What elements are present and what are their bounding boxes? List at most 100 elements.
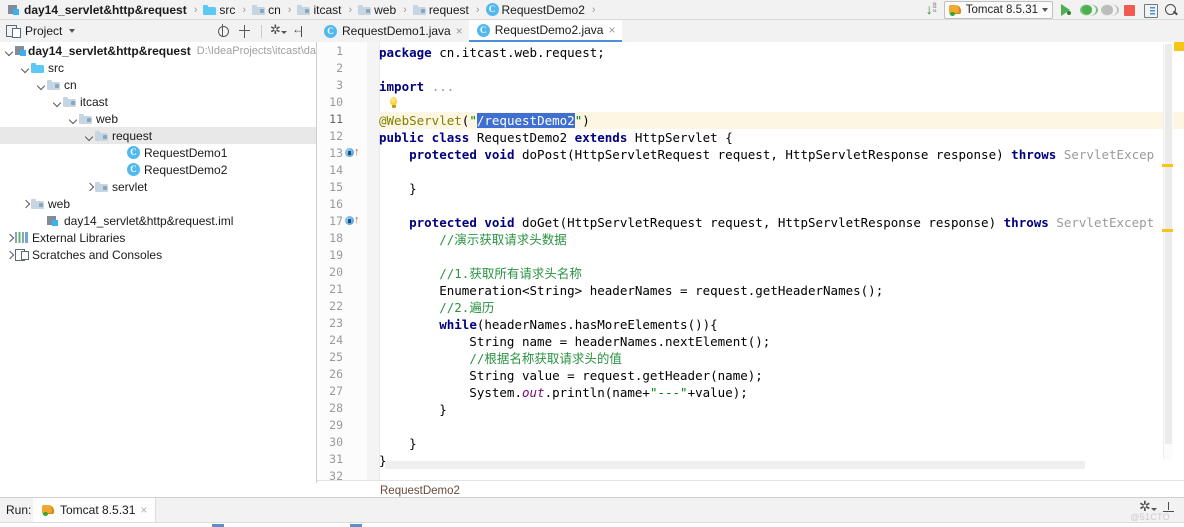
tree-item-label: day14_servlet&http&request.iml — [64, 213, 234, 228]
line-number: 17 — [329, 214, 343, 228]
tree-item-web[interactable]: web — [0, 195, 316, 212]
layout-button[interactable] — [1142, 2, 1158, 18]
hide-icon[interactable] — [292, 22, 306, 38]
folder-source-icon — [203, 4, 217, 15]
sort-alphabetically-icon[interactable] — [926, 1, 939, 17]
tree-item-request[interactable]: request — [0, 127, 316, 144]
editor-tab-requestdemo1-java[interactable]: C RequestDemo1.java × — [316, 20, 469, 42]
tree-item-label: RequestDemo2 — [144, 162, 228, 177]
breadcrumb-item-label: RequestDemo2 — [501, 2, 585, 17]
chevron-down-icon[interactable] — [69, 29, 76, 33]
breadcrumb: day14_servlet&http&request › src › cn › itcast… — [0, 0, 600, 20]
tree-item-day14-servlet-http-request-iml[interactable]: day14_servlet&http&request.iml — [0, 212, 316, 229]
tree-item-cn[interactable]: cn — [0, 76, 316, 93]
close-icon[interactable]: × — [608, 24, 615, 36]
chevron-down-icon[interactable] — [52, 93, 63, 110]
scrollbar-thumb[interactable] — [1165, 44, 1172, 444]
gear-icon[interactable] — [270, 22, 287, 38]
close-icon[interactable]: × — [456, 25, 463, 37]
folder-icon — [297, 4, 311, 15]
code-line: String name = headerNames.nextElement(); — [379, 334, 771, 349]
code-editor[interactable]: 1 2 3 10 11 12 13 14 15 16 17 18 19 20 21 22 23 24 25 26 27 2… — [317, 42, 1184, 483]
tree-item-servlet[interactable]: servlet — [0, 178, 316, 195]
run-with-coverage-button[interactable] — [1100, 2, 1119, 18]
editor-vertical-scrollbar[interactable] — [1162, 44, 1173, 459]
chevron-right-icon[interactable] — [84, 178, 95, 195]
class-icon: C — [324, 24, 337, 38]
tree-item-scratches-and-consoles[interactable]: Scratches and Consoles — [0, 246, 316, 263]
breadcrumb-item-requestdemo2[interactable]: C RequestDemo2 — [484, 0, 587, 20]
tree-item-label: day14_servlet&http&request — [28, 43, 191, 58]
target-icon[interactable] — [217, 23, 230, 38]
tree-item-itcast[interactable]: itcast — [0, 93, 316, 110]
project-panel-header: Project — [0, 20, 316, 42]
breadcrumb-item-itcast[interactable]: itcast — [295, 0, 343, 20]
chevron-down-icon[interactable] — [84, 127, 95, 144]
project-panel-tools — [217, 20, 306, 42]
module-icon — [15, 45, 26, 56]
line-number: 22 — [329, 299, 343, 313]
search-everywhere-button[interactable] — [1163, 2, 1179, 18]
module-icon — [8, 4, 21, 15]
tree-item-external-libraries[interactable]: External Libraries — [0, 229, 316, 246]
tree-item-label: request — [112, 128, 153, 143]
tree-item-src[interactable]: src — [0, 59, 316, 76]
lightbulb-icon[interactable] — [387, 97, 400, 110]
run-tab[interactable]: Tomcat 8.5.31 × — [33, 498, 157, 522]
tree-item-label: web — [96, 111, 119, 126]
editor-tab-requestdemo2-java[interactable]: C RequestDemo2.java × — [468, 20, 622, 42]
override-method-icon[interactable]: ↑ — [345, 214, 360, 228]
tree-item-requestdemo1[interactable]: C RequestDemo1 — [0, 144, 316, 161]
debug-button[interactable] — [1079, 2, 1098, 18]
override-method-icon[interactable]: ↑ — [345, 146, 360, 160]
run-button[interactable] — [1058, 2, 1074, 18]
breadcrumb-separator: › — [591, 3, 596, 16]
library-icon — [15, 232, 28, 243]
code-line: protected void doGet(HttpServletRequest … — [409, 215, 1155, 230]
watermark: @51CTO — [1130, 512, 1170, 522]
chevron-down-icon[interactable] — [36, 76, 47, 93]
line-number: 29 — [329, 418, 343, 432]
code-line: Enumeration<String> headerNames = reques… — [379, 283, 884, 298]
warning-marker[interactable] — [1162, 164, 1173, 167]
chevron-down-icon[interactable] — [4, 42, 15, 59]
code-line: System.out.println(name+"---"+value); — [379, 385, 748, 400]
chevron-right-icon[interactable] — [20, 195, 31, 212]
code-line: //1.获取所有请求头名称 — [439, 266, 582, 281]
breadcrumb-item-request[interactable]: request — [411, 0, 471, 20]
breadcrumb-item-web[interactable]: web — [356, 0, 398, 20]
divider — [261, 24, 262, 38]
chevron-right-icon[interactable] — [4, 229, 15, 246]
tree-item-day14-servlet-http-request[interactable]: day14_servlet&http&request D:\IdeaProject… — [0, 42, 316, 59]
project-tree[interactable]: day14_servlet&http&request D:\IdeaProject… — [0, 42, 317, 483]
editor-horizontal-scrollbar[interactable] — [385, 461, 1085, 469]
stop-button[interactable] — [1121, 2, 1137, 18]
breadcrumb-separator: › — [242, 3, 247, 16]
code-line: } — [379, 402, 447, 417]
chevron-down-icon[interactable] — [20, 59, 31, 76]
tree-item-web[interactable]: web — [0, 110, 316, 127]
collapse-icon[interactable] — [239, 24, 252, 38]
chevron-down-icon — [1042, 7, 1048, 12]
code-area[interactable]: package cn.itcast.web.request; import ...… — [379, 42, 1184, 483]
folder-icon — [63, 96, 76, 107]
run-tab-label: Tomcat 8.5.31 — [60, 503, 136, 517]
warning-marker[interactable] — [1162, 229, 1173, 232]
run-configuration-selector[interactable]: Tomcat 8.5.31 — [943, 0, 1053, 19]
breadcrumb-item-src[interactable]: src — [201, 0, 237, 20]
breadcrumb-item-day14-servlet-http-request[interactable]: day14_servlet&http&request — [6, 0, 189, 20]
tree-item-requestdemo2[interactable]: C RequestDemo2 — [0, 161, 316, 178]
tree-item-path: D:\IdeaProjects\itcast\da — [196, 44, 316, 57]
chevron-down-icon[interactable] — [68, 110, 79, 127]
editor-breadcrumb-label[interactable]: RequestDemo2 — [380, 485, 460, 497]
chevron-right-icon[interactable] — [4, 246, 15, 263]
breadcrumb-separator: › — [475, 3, 480, 16]
tree-item-label: servlet — [112, 179, 148, 194]
code-line: public class RequestDemo2 extends HttpSe… — [379, 130, 733, 145]
tree-item-label: web — [48, 196, 71, 211]
breadcrumb-item-cn[interactable]: cn — [250, 0, 283, 20]
tree-item-label: RequestDemo1 — [144, 145, 228, 160]
close-icon[interactable]: × — [140, 503, 147, 517]
line-number: 23 — [329, 316, 343, 330]
